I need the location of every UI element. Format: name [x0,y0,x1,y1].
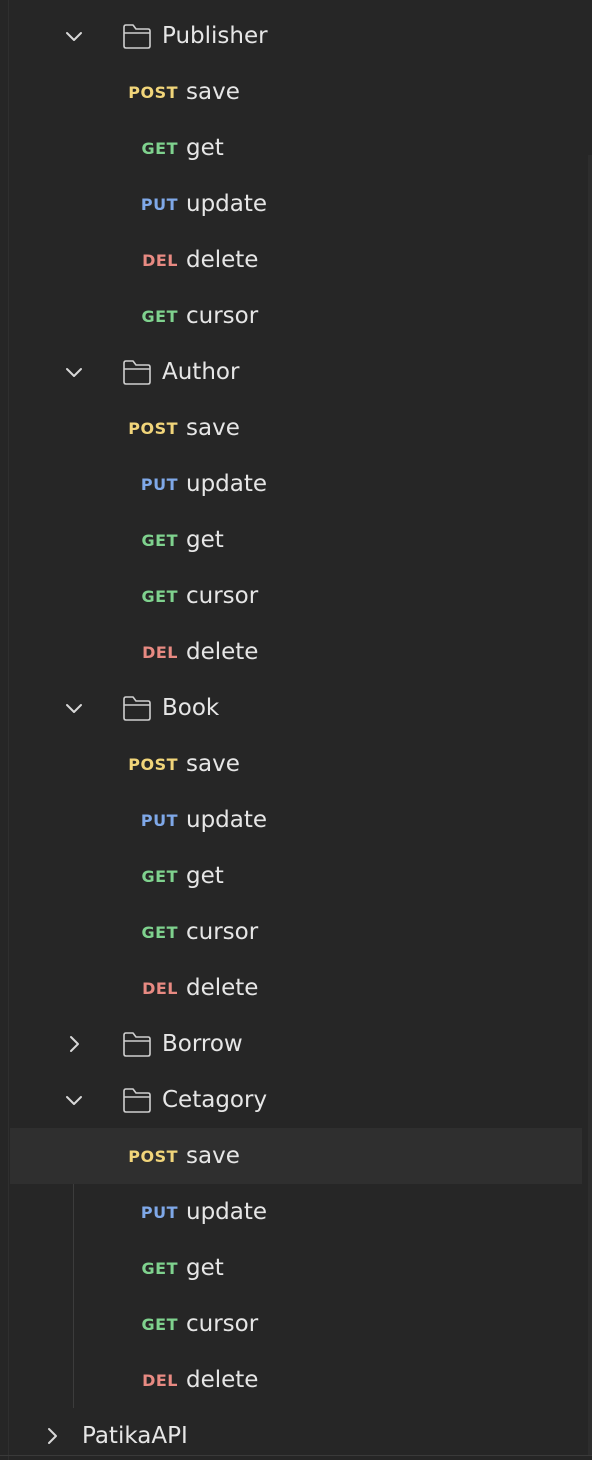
request-name: get [186,135,224,161]
request-name: update [186,191,268,217]
request-name: cursor [186,1311,259,1337]
collection-row[interactable]: PatikaAPI [10,1408,582,1460]
method-badge: PUT [140,1202,178,1222]
request-name: get [186,527,224,553]
folder-row-book[interactable]: Book [10,680,582,736]
request-name: update [186,471,268,497]
folder-icon [122,1030,152,1058]
request-name: delete [186,1367,259,1393]
method-badge: GET [141,922,178,942]
request-name: get [186,1255,224,1281]
request-row[interactable]: DEL delete [10,624,582,680]
chevron-right-icon[interactable] [62,1032,86,1056]
folder-icon [122,358,152,386]
request-row[interactable]: GET cursor [10,1296,582,1352]
request-name: save [186,415,240,441]
folder-label: Author [162,359,240,385]
method-badge: DEL [142,250,178,270]
method-badge: DEL [142,642,178,662]
chevron-down-icon[interactable] [62,24,86,48]
method-badge: POST [128,82,178,102]
request-row[interactable]: POST save [10,736,582,792]
request-name: save [186,751,240,777]
chevron-down-icon[interactable] [62,1088,86,1112]
method-badge: GET [141,866,178,886]
method-badge: POST [128,1146,178,1166]
request-row[interactable]: GET get [10,1240,582,1296]
request-row[interactable]: PUT update [10,1184,582,1240]
folder-row-publisher[interactable]: Publisher [10,8,582,64]
chevron-down-icon[interactable] [62,360,86,384]
folder-row-author[interactable]: Author [10,344,582,400]
request-row[interactable]: PUT update [10,176,582,232]
folder-icon [122,694,152,722]
request-row[interactable]: POST save [10,64,582,120]
folder-row-cetagory[interactable]: Cetagory [10,1072,582,1128]
folder-label: Cetagory [162,1087,268,1113]
collection-tree: Publisher POST save GET get PUT update DEL delet… [0,0,592,1460]
request-name: get [186,863,224,889]
request-name: delete [186,975,259,1001]
chevron-down-icon[interactable] [62,696,86,720]
indent-guide [8,0,9,1460]
method-badge: GET [141,586,178,606]
folder-icon [122,22,152,50]
scrollbar[interactable] [588,155,592,1455]
method-badge: DEL [142,978,178,998]
request-row[interactable]: GET get [10,120,582,176]
request-name: update [186,807,268,833]
request-row[interactable]: DEL delete [10,1352,582,1408]
method-badge: GET [141,1258,178,1278]
chevron-right-icon[interactable] [40,1424,64,1448]
method-badge: GET [141,306,178,326]
request-row[interactable]: POST save [10,1128,582,1184]
method-badge: GET [141,138,178,158]
method-badge: DEL [142,1370,178,1390]
request-name: delete [186,639,259,665]
method-badge: GET [141,530,178,550]
request-name: delete [186,247,259,273]
request-row[interactable]: GET get [10,512,582,568]
method-badge: POST [128,418,178,438]
request-row[interactable]: DEL delete [10,232,582,288]
request-name: update [186,1199,268,1225]
method-badge: PUT [140,194,178,214]
folder-label: Book [162,695,220,721]
request-name: cursor [186,919,259,945]
folder-icon [122,1086,152,1114]
method-badge: PUT [140,474,178,494]
request-row[interactable]: GET cursor [10,288,582,344]
request-name: cursor [186,303,259,329]
folder-label: Borrow [162,1031,243,1057]
request-name: cursor [186,583,259,609]
request-row[interactable]: POST save [10,400,582,456]
request-row[interactable]: GET get [10,848,582,904]
request-row[interactable]: PUT update [10,456,582,512]
folder-label: Publisher [162,23,268,49]
request-name: save [186,1143,240,1169]
request-row[interactable]: DEL delete [10,960,582,1016]
folder-row-borrow[interactable]: Borrow [10,1016,582,1072]
method-badge: POST [128,754,178,774]
collection-label: PatikaAPI [82,1423,188,1449]
request-row[interactable]: GET cursor [10,568,582,624]
request-row[interactable]: GET cursor [10,904,582,960]
request-row[interactable]: PUT update [10,792,582,848]
request-name: save [186,79,240,105]
method-badge: PUT [140,810,178,830]
method-badge: GET [141,1314,178,1334]
